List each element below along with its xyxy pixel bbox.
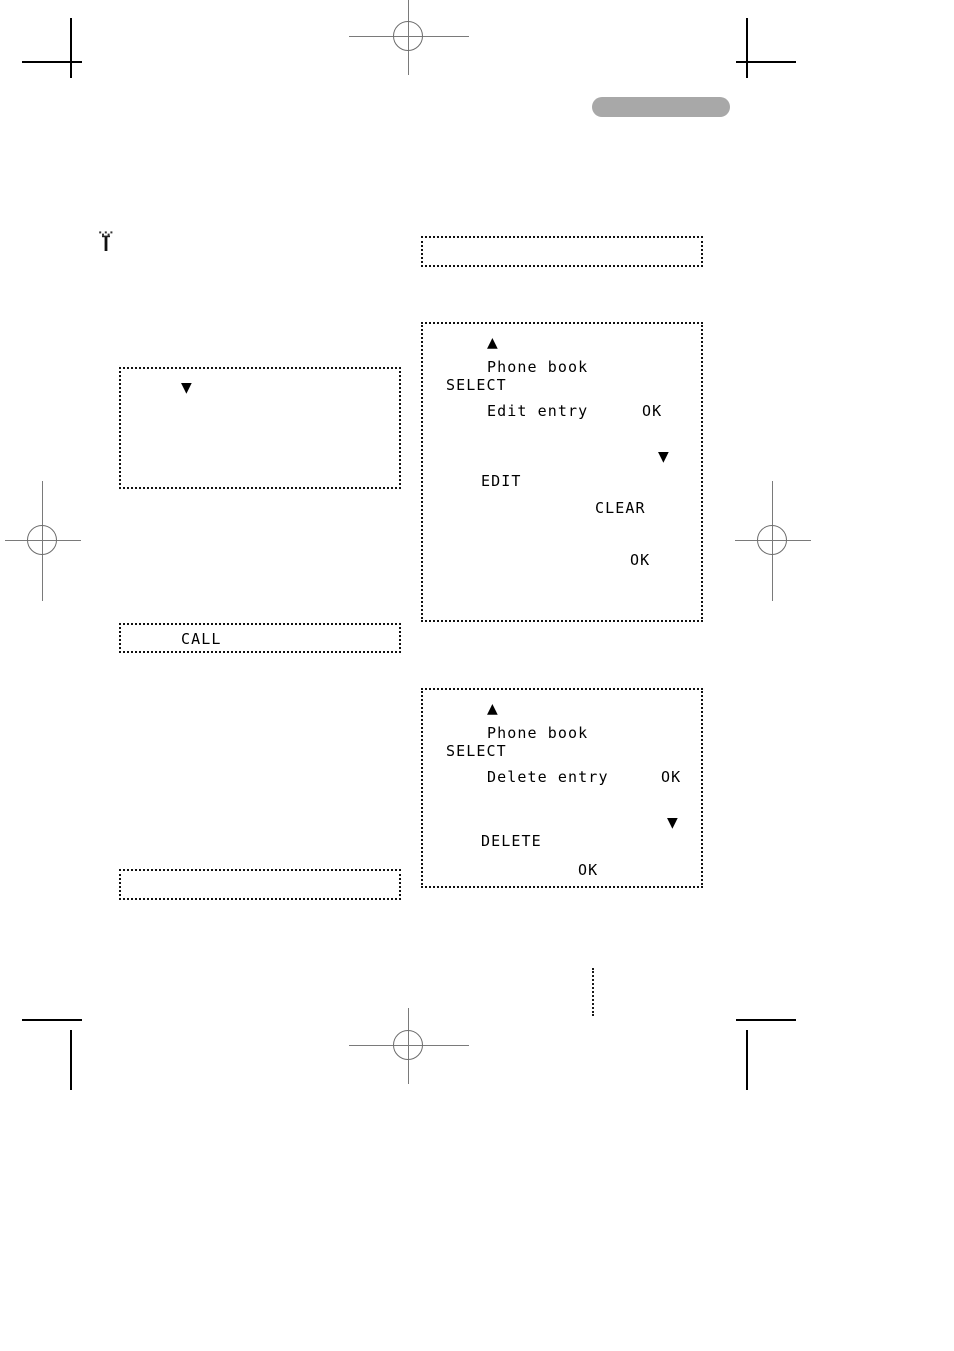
registration-target-top-center [349, 0, 469, 75]
crop-mark-bottom-right-vertical [746, 1030, 748, 1090]
edit-entry-lcd: ▲ Phone book SELECT Edit entry OK ▼ EDIT… [421, 322, 703, 622]
crop-mark-top-left-vertical [70, 18, 72, 78]
header-redaction-bar [592, 97, 730, 117]
scroll-up-arrow-icon[interactable]: ▲ [487, 336, 498, 350]
empty-note-box-top: ▼ [119, 367, 401, 489]
manual-page: ▼ CALL ▲ Phone book SELECT Edit entry OK… [0, 0, 954, 1351]
scroll-up-arrow-icon[interactable]: ▲ [487, 702, 498, 716]
crop-mark-bottom-left-vertical [70, 1030, 72, 1090]
menu-item-edit-entry[interactable]: Edit entry [487, 404, 588, 419]
delete-entry-lcd: ▲ Phone book SELECT Delete entry OK ▼ DE… [421, 688, 703, 888]
crop-mark-top-right-vertical [746, 18, 748, 78]
registration-target-middle-left [5, 481, 81, 601]
softkey-edit[interactable]: EDIT [481, 474, 522, 489]
crop-mark-bottom-left-horizontal [22, 1019, 82, 1021]
softkey-delete[interactable]: DELETE [481, 834, 542, 849]
registration-target-middle-right [735, 481, 811, 601]
registration-ring [393, 1030, 423, 1060]
registration-target-bottom-center [349, 1008, 469, 1084]
crop-mark-bottom-right-horizontal [736, 1019, 796, 1021]
call-softkey-label[interactable]: CALL [181, 632, 222, 647]
registration-ring [27, 525, 57, 555]
scroll-down-arrow-icon: ▼ [181, 380, 192, 396]
crop-mark-top-right-horizontal [736, 61, 796, 63]
menu-item-delete-entry[interactable]: Delete entry [487, 770, 609, 785]
antenna-icon [96, 229, 116, 253]
softkey-ok-primary[interactable]: OK [642, 404, 662, 419]
call-softkey-box: CALL [119, 623, 401, 653]
softkey-select[interactable]: SELECT [446, 378, 507, 393]
lcd-title-phone-book: Phone book [487, 724, 589, 742]
scroll-down-arrow-icon[interactable]: ▼ [667, 816, 678, 830]
softkey-ok-secondary[interactable]: OK [630, 553, 650, 568]
lcd-title-phone-book: Phone book [487, 358, 589, 376]
softkey-ok-secondary[interactable]: OK [578, 863, 598, 878]
empty-display-box-top [421, 236, 703, 267]
dotted-guide-rule [592, 968, 594, 1016]
softkey-select[interactable]: SELECT [446, 744, 507, 759]
registration-ring [757, 525, 787, 555]
crop-mark-top-left-horizontal [22, 61, 82, 63]
registration-ring [393, 21, 423, 51]
empty-note-box-bottom [119, 869, 401, 900]
softkey-ok-primary[interactable]: OK [661, 770, 681, 785]
softkey-clear[interactable]: CLEAR [595, 501, 646, 516]
scroll-down-arrow-icon[interactable]: ▼ [658, 450, 669, 464]
